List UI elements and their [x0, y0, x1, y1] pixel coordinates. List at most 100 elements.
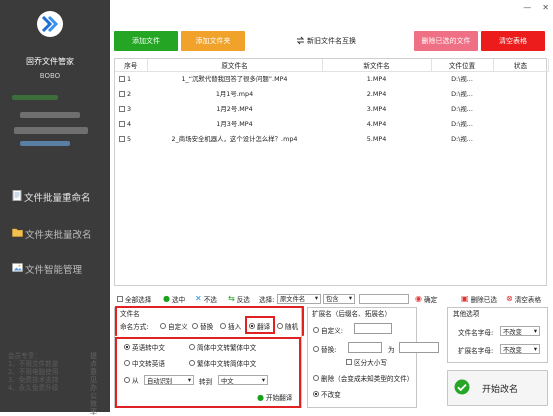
ext-keep-radio[interactable]: 不改变 — [313, 389, 341, 399]
select-button[interactable]: ● 选中 — [163, 292, 185, 305]
chevron-down-icon: ▾ — [187, 376, 191, 384]
from-radio[interactable]: 从 — [124, 375, 139, 385]
radio-circle — [313, 375, 319, 381]
logo-arrow-icon — [41, 16, 59, 32]
table-row[interactable]: 4 1月3号.MP4 4.MP4 D:\视... — [115, 116, 548, 131]
filename-case-select[interactable]: 不改变 ▾ — [500, 326, 540, 336]
file-status — [493, 71, 548, 86]
extension-panel-title: 扩展名（后缀名、拓展名） — [312, 310, 392, 318]
filename-case-value: 不改变 — [503, 328, 522, 336]
delete-selected-files-button[interactable]: 删除已选的文件 — [414, 31, 478, 51]
member-title: 会员专享： — [8, 352, 41, 360]
row-number: 4 — [127, 119, 132, 128]
unselect-button[interactable]: ✕ 不选 — [195, 292, 217, 305]
clear-table-button[interactable]: 清空表格 — [481, 31, 545, 51]
original-filename: 1月3号.MP4 — [216, 120, 253, 128]
case-sensitive-checkbox[interactable]: 区分大小写 — [346, 357, 387, 367]
ext-replace-label: 替换: — [321, 346, 337, 354]
new-filename: 3.MP4 — [366, 104, 387, 113]
ext-delete-radio[interactable]: 删除（会变成未知类型的文件） — [313, 373, 413, 383]
ext-replace-radio[interactable]: 替换: — [313, 344, 336, 354]
checkbox-box — [117, 295, 123, 302]
ext-custom-label: 自定义: — [321, 327, 344, 335]
column-header[interactable]: 序号 — [115, 59, 148, 72]
blurred-account-info — [14, 127, 88, 134]
table-row[interactable]: 3 1月2号.MP4 3.MP4 D:\视... — [115, 101, 548, 116]
condition-select[interactable]: 包含 ▾ — [323, 293, 355, 304]
clear-table-small-button[interactable]: ⊗ 清空表格 — [506, 292, 541, 305]
nav-item-smart-manage[interactable]: 文件智能管理 — [12, 262, 82, 276]
filter-value-input[interactable] — [359, 293, 409, 304]
ext-replace-from-input[interactable] — [348, 342, 382, 353]
nav-label: 文件批量重命名 — [24, 193, 91, 204]
row-number: 3 — [127, 104, 132, 113]
to-label: 转到 — [199, 378, 213, 386]
radio-circle-selected — [124, 344, 130, 350]
table-row[interactable]: 5 2_商场安全机器人，这个设计怎么样？.mp4 5.MP4 D:\视... — [115, 131, 548, 146]
ext-case-value: 不改变 — [503, 346, 522, 354]
add-folder-button[interactable]: 添加文件夹 — [181, 31, 245, 51]
chevron-down-icon: ▾ — [348, 295, 352, 302]
sidebar: 固乔文件管家 BOBO 文件批量重命名 文件夹批量改名 文件智能管理 会员专享：… — [0, 0, 110, 416]
table-row[interactable]: 2 1月1号.mp4 2.MP4 D:\视... — [115, 86, 548, 101]
ext-case-select[interactable]: 不改变 ▾ — [500, 344, 540, 354]
start-rename-label: 开始改名 — [482, 384, 519, 395]
column-header[interactable]: 状态 — [493, 59, 549, 72]
invert-button[interactable]: ⇆ 反选 — [228, 292, 250, 305]
select-all-checkbox[interactable]: 全部选择 — [117, 292, 151, 305]
file-status — [493, 131, 548, 146]
ext-custom-input[interactable] — [354, 323, 392, 334]
row-number: 1 — [127, 74, 132, 83]
source-language-select[interactable]: 自动识别 ▾ — [144, 375, 194, 385]
swap-icon — [296, 36, 305, 47]
confirm-button[interactable]: ◉ 确定 — [415, 292, 437, 305]
nav-label: 文件智能管理 — [25, 265, 83, 276]
ext-replace-to-input[interactable] — [399, 342, 439, 353]
radio-circle — [313, 327, 319, 333]
column-header[interactable]: 新文件名 — [322, 59, 432, 72]
cross-icon: ✕ — [195, 294, 202, 303]
ext-custom-radio[interactable]: 自定义: — [313, 325, 343, 335]
simplified-to-traditional-radio[interactable]: 简体中文转繁体中文 — [189, 342, 256, 352]
row-checkbox[interactable] — [119, 75, 125, 82]
feedback-link[interactable]: 提点意见办公效率 — [90, 352, 100, 416]
highlight-filename-section — [115, 306, 304, 336]
nav-item-folder-rename[interactable]: 文件夹批量改名 — [12, 227, 92, 241]
add-file-button[interactable]: 添加文件 — [114, 31, 178, 51]
radio-circle — [124, 360, 130, 366]
radio-circle — [313, 346, 319, 352]
column-header[interactable]: 原文件名 — [147, 59, 323, 72]
english-to-chinese-radio[interactable]: 英语转中文 — [124, 342, 165, 352]
radio-circle-selected — [313, 391, 319, 397]
nav-item-batch-rename[interactable]: 文件批量重命名 — [12, 190, 91, 204]
confirm-icon: ◉ — [415, 294, 422, 303]
ext-keep-label: 不改变 — [321, 391, 341, 399]
close-button[interactable]: ✕ — [542, 3, 549, 12]
field-select[interactable]: 原文件名 ▾ — [277, 293, 321, 304]
start-translate-button[interactable]: ● 开始翻译 — [257, 392, 292, 403]
swap-names-button[interactable]: 新旧文件名互换 — [290, 31, 362, 51]
check-circle-icon — [454, 379, 470, 398]
nav-label: 文件夹批量改名 — [25, 230, 92, 241]
checkbox-box — [346, 359, 352, 365]
row-checkbox[interactable] — [119, 135, 125, 142]
file-location: D:\视... — [451, 105, 473, 113]
row-checkbox[interactable] — [119, 105, 125, 112]
chinese-to-english-radio[interactable]: 中文转英语 — [124, 358, 165, 368]
row-checkbox[interactable] — [119, 90, 125, 97]
select-all-label: 全部选择 — [125, 295, 152, 304]
table-row[interactable]: 1 1_“沉默代替我回答了很多问题”.MP4 1.MP4 D:\视... — [115, 71, 548, 86]
row-checkbox[interactable] — [119, 120, 125, 127]
original-filename: 1月1号.mp4 — [215, 90, 254, 98]
radio-circle — [124, 377, 130, 383]
minimize-button[interactable]: — — [523, 3, 531, 12]
delete-icon: ▣ — [461, 294, 469, 303]
chevron-down-icon: ▾ — [533, 345, 537, 353]
target-language-select[interactable]: 中文 ▾ — [218, 375, 268, 385]
column-header[interactable]: 文件位置 — [431, 59, 494, 72]
traditional-to-simplified-radio[interactable]: 繁体中文转简体中文 — [189, 358, 256, 368]
confirm-label: 确定 — [423, 295, 438, 304]
filename-case-label: 文件名字母: — [458, 329, 494, 337]
start-rename-button[interactable]: 开始改名 — [447, 370, 548, 406]
delete-selected-button[interactable]: ▣ 删除已选 — [461, 292, 497, 305]
